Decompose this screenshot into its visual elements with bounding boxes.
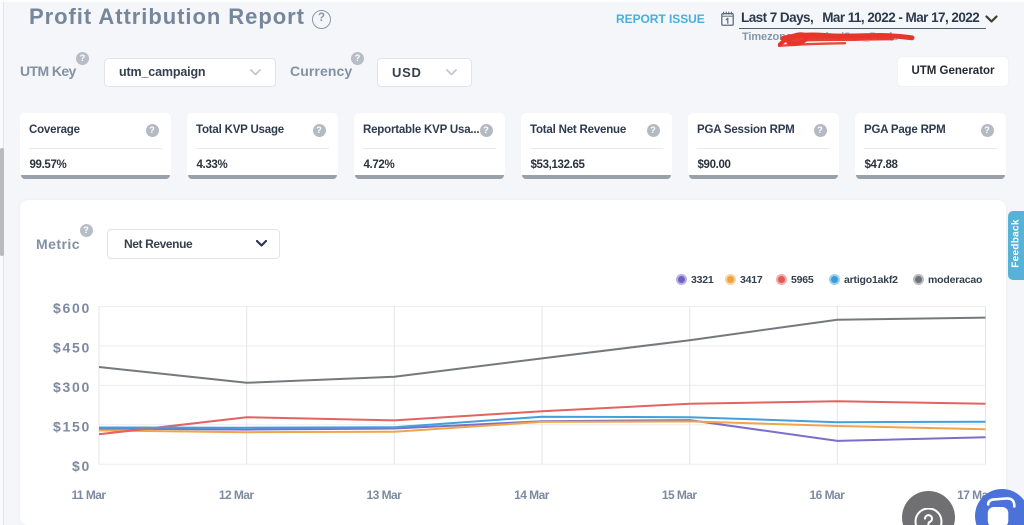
svg-text:13 Mar: 13 Mar (367, 488, 403, 502)
svg-text:16 Mar: 16 Mar (810, 488, 846, 502)
svg-text:14 Mar: 14 Mar (514, 488, 550, 502)
svg-text:$450: $450 (53, 339, 91, 355)
svg-text:$300: $300 (53, 379, 91, 395)
svg-text:$150: $150 (53, 418, 91, 434)
svg-text:$600: $600 (53, 300, 91, 316)
svg-text:15 Mar: 15 Mar (662, 488, 698, 502)
svg-text:$0: $0 (72, 458, 91, 474)
svg-text:12 Mar: 12 Mar (219, 488, 255, 502)
svg-text:11 Mar: 11 Mar (71, 488, 106, 502)
